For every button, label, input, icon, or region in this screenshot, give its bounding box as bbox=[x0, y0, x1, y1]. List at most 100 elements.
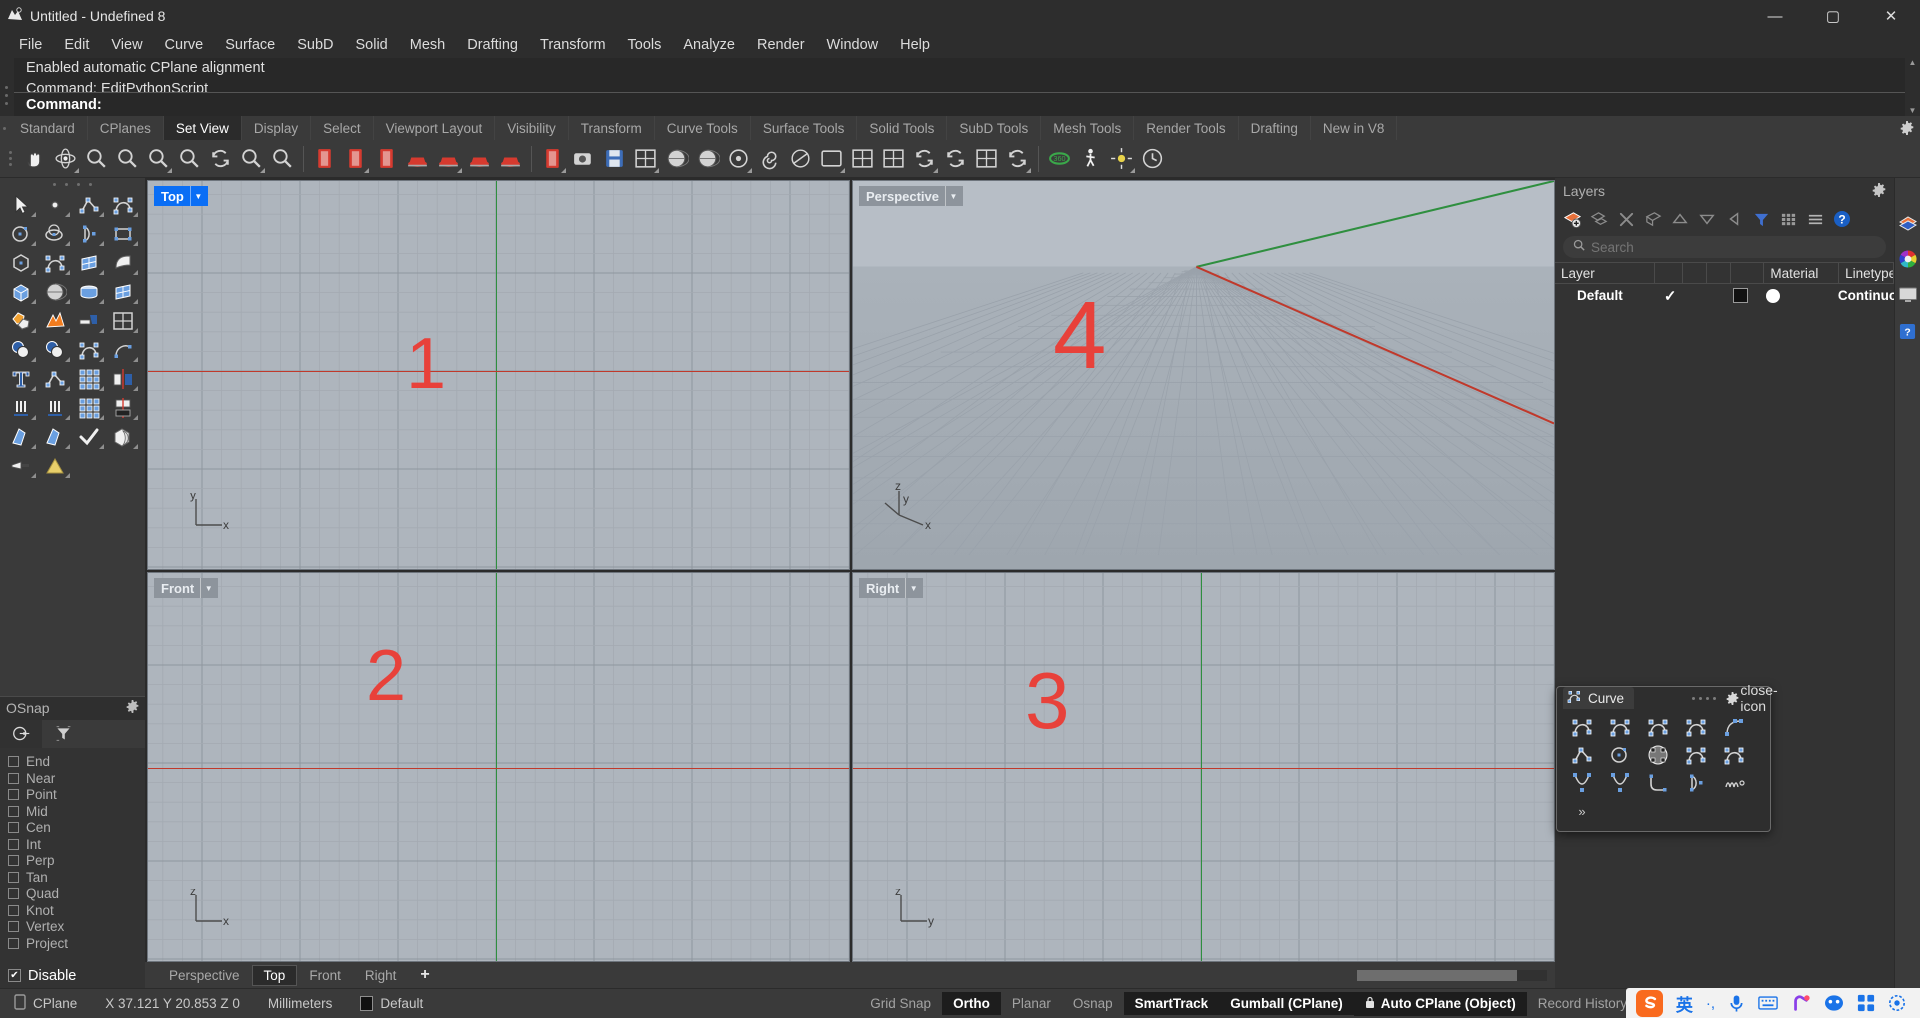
curve-toolbar-palette[interactable]: Curve close-icon » bbox=[1556, 682, 1778, 832]
offset-array-icon[interactable] bbox=[106, 335, 140, 364]
array-icon[interactable] bbox=[72, 364, 106, 393]
sketch-curve-icon[interactable] bbox=[1677, 713, 1715, 741]
horizontal-scrollbar[interactable] bbox=[1357, 969, 1547, 981]
interp-curve-icon[interactable] bbox=[1601, 713, 1639, 741]
sync-views-icon[interactable] bbox=[909, 143, 940, 175]
flyout-indicator[interactable] bbox=[457, 167, 462, 173]
flyout-indicator[interactable] bbox=[133, 415, 138, 420]
set-view-back-icon[interactable] bbox=[340, 143, 371, 175]
extrude-up-icon[interactable] bbox=[38, 393, 72, 422]
viewport-label-top[interactable]: Top ▼ bbox=[154, 186, 208, 206]
viewport-right[interactable]: Right ▼ z y 3 bbox=[852, 572, 1555, 962]
viewport-props-icon[interactable] bbox=[816, 143, 847, 175]
list-icon[interactable] bbox=[1802, 206, 1828, 232]
paint-icon[interactable] bbox=[4, 451, 38, 480]
arc-dashed-icon[interactable] bbox=[1677, 769, 1715, 797]
column-linetype[interactable]: Linetype bbox=[1839, 262, 1894, 284]
status-toggle-smarttrack[interactable]: SmartTrack bbox=[1123, 992, 1220, 1015]
rendered-sphere-icon[interactable] bbox=[692, 143, 723, 175]
curve-blend-adjust-icon[interactable] bbox=[1715, 741, 1753, 769]
osnap-option-quad[interactable]: Quad bbox=[8, 886, 145, 903]
arc-icon[interactable] bbox=[72, 219, 106, 248]
flyout-indicator[interactable] bbox=[133, 386, 138, 391]
split-vertical-icon[interactable] bbox=[878, 143, 909, 175]
curve-palette-title-tab[interactable]: Curve bbox=[1563, 687, 1635, 709]
flyout-indicator[interactable] bbox=[133, 444, 138, 449]
toolbar-tab-render-tools[interactable]: Render Tools bbox=[1134, 116, 1239, 140]
column-material[interactable]: Material bbox=[1764, 262, 1840, 284]
checkbox[interactable] bbox=[8, 805, 19, 817]
settings-icon[interactable] bbox=[1888, 994, 1906, 1012]
explode-icon[interactable] bbox=[38, 306, 72, 335]
swap-view-icon[interactable] bbox=[940, 143, 971, 175]
checkbox[interactable] bbox=[8, 937, 19, 949]
flyout-indicator[interactable] bbox=[99, 270, 104, 275]
checkbox[interactable] bbox=[8, 921, 19, 933]
left-toolbar-drag-handle[interactable] bbox=[0, 178, 145, 190]
flyout-indicator[interactable] bbox=[133, 241, 138, 246]
flyout-indicator[interactable] bbox=[31, 386, 36, 391]
flyout-indicator[interactable] bbox=[65, 270, 70, 275]
layer-color-swatch[interactable] bbox=[1732, 288, 1748, 303]
section-icon[interactable] bbox=[106, 393, 140, 422]
named-view-icon[interactable] bbox=[371, 143, 402, 175]
clock-view-icon[interactable] bbox=[1137, 143, 1168, 175]
menu-item-curve[interactable]: Curve bbox=[154, 34, 215, 56]
checkbox[interactable] bbox=[8, 789, 19, 801]
viewport-tab-top[interactable]: Top bbox=[251, 964, 298, 986]
column-visible[interactable] bbox=[1683, 262, 1707, 284]
new-sublayer-icon[interactable] bbox=[1586, 206, 1612, 232]
microphone-icon[interactable] bbox=[1728, 994, 1745, 1013]
palette-drag-dots[interactable] bbox=[1692, 696, 1716, 700]
zoom-target-icon[interactable] bbox=[236, 143, 267, 175]
back-icon[interactable] bbox=[1721, 206, 1747, 232]
mirror-icon[interactable] bbox=[106, 364, 140, 393]
flyout-indicator[interactable] bbox=[99, 241, 104, 246]
checkbox[interactable] bbox=[8, 772, 19, 784]
emoji-icon[interactable] bbox=[1824, 994, 1844, 1012]
flyout-indicator[interactable] bbox=[561, 167, 566, 173]
curve-through-pts-icon[interactable] bbox=[1639, 713, 1677, 741]
zoom-1to1-icon[interactable] bbox=[267, 143, 298, 175]
toolbar-tab-viewport-layout[interactable]: Viewport Layout bbox=[374, 116, 496, 140]
apps-icon[interactable] bbox=[1857, 994, 1875, 1012]
rect-array-icon[interactable] bbox=[72, 393, 106, 422]
target-icon[interactable] bbox=[723, 143, 754, 175]
move-up-icon[interactable] bbox=[1667, 206, 1693, 232]
flyout-indicator[interactable] bbox=[31, 270, 36, 275]
osnap-option-vertex[interactable]: Vertex bbox=[8, 919, 145, 936]
flyout-indicator[interactable] bbox=[133, 212, 138, 217]
toolbar-drag-handle[interactable] bbox=[0, 116, 8, 140]
checkbox[interactable] bbox=[8, 822, 19, 834]
filter-icon[interactable] bbox=[1748, 206, 1774, 232]
viewport-label-perspective[interactable]: Perspective ▼ bbox=[859, 186, 963, 206]
toolbar-tab-subd-tools[interactable]: SubD Tools bbox=[947, 116, 1042, 140]
flyout-indicator[interactable] bbox=[65, 328, 70, 333]
flyout-indicator[interactable] bbox=[31, 357, 36, 362]
flyout-indicator[interactable] bbox=[1026, 167, 1031, 173]
new-layer-icon[interactable] bbox=[1559, 206, 1585, 232]
split-horizontal-icon[interactable] bbox=[847, 143, 878, 175]
command-scrollbar[interactable]: ▲ ▼ bbox=[1905, 58, 1920, 116]
flyout-indicator[interactable] bbox=[167, 167, 172, 173]
checkbox[interactable] bbox=[8, 969, 21, 983]
scroll-down-icon[interactable]: ▼ bbox=[1909, 106, 1917, 116]
osnap-option-cen[interactable]: Cen bbox=[8, 820, 145, 837]
viewport-front[interactable]: Front ▼ z x 2 bbox=[147, 572, 850, 962]
toolbar-tab-display[interactable]: Display bbox=[242, 116, 312, 140]
rectangle-icon[interactable] bbox=[106, 219, 140, 248]
zoom-extents-icon[interactable] bbox=[112, 143, 143, 175]
flyout-indicator[interactable] bbox=[31, 241, 36, 246]
walkthrough-icon[interactable] bbox=[1075, 143, 1106, 175]
flyout-indicator[interactable] bbox=[31, 328, 36, 333]
color-wheel-icon[interactable] bbox=[1897, 248, 1919, 270]
checkbox[interactable] bbox=[8, 838, 19, 850]
polyline-icon[interactable] bbox=[72, 190, 106, 219]
flyout-indicator[interactable] bbox=[99, 299, 104, 304]
scroll-up-icon[interactable]: ▲ bbox=[1909, 58, 1917, 68]
viewport-top[interactable]: Top ▼ y x 1 bbox=[147, 180, 850, 570]
flyout-indicator[interactable] bbox=[364, 167, 369, 173]
toolbar-tab-surface-tools[interactable]: Surface Tools bbox=[751, 116, 858, 140]
menu-item-solid[interactable]: Solid bbox=[345, 34, 399, 56]
flyout-indicator[interactable] bbox=[747, 167, 752, 173]
